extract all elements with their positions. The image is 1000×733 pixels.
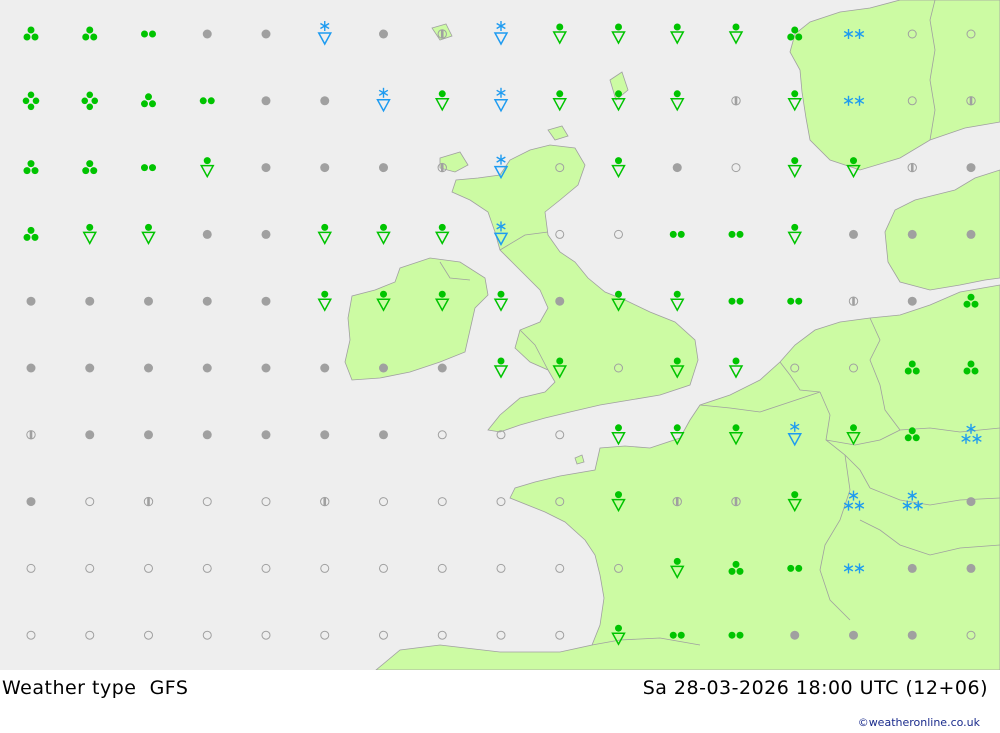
weather-symbol-dot: [379, 430, 388, 440]
weather-symbol-dot: [849, 630, 858, 640]
weather-symbol-dot: [85, 430, 95, 440]
weather-symbol-dot: [261, 229, 271, 239]
weather-symbol-dot: [202, 430, 212, 440]
weather-symbol-dot: [261, 96, 271, 106]
weather-symbol-dot: [907, 229, 917, 239]
weather-symbol-dot: [379, 163, 388, 173]
weather-symbol-dot: [261, 296, 271, 306]
weather-symbol-dot: [437, 363, 447, 373]
weather-symbol-dot: [320, 430, 330, 440]
credit-link[interactable]: ©weatheronline.co.uk: [858, 716, 980, 729]
weather-symbol-dot: [144, 363, 153, 373]
weather-symbol-dot: [907, 563, 917, 573]
map-title: Weather type GFS: [2, 677, 188, 699]
weather-symbol-dot: [379, 29, 388, 39]
weather-symbol-dot: [320, 163, 330, 173]
weather-symbol-dot: [202, 363, 212, 373]
weather-symbol-dot: [26, 296, 36, 306]
weather-symbol-dot: [849, 229, 858, 239]
weather-map: [0, 0, 1000, 670]
model-name: GFS: [149, 677, 189, 699]
weather-symbol-dot: [26, 497, 36, 507]
weather-symbol-dot: [261, 29, 271, 39]
weather-symbol-dot: [379, 363, 388, 373]
weather-symbol-dot: [790, 630, 800, 640]
weather-symbol-dot: [202, 296, 212, 306]
weather-symbol-dot: [966, 163, 976, 173]
weather-symbol-dot: [202, 229, 212, 239]
weather-symbol-dot: [966, 497, 976, 507]
weather-symbol-dot: [85, 296, 95, 306]
weather-symbol-dot: [966, 229, 976, 239]
weather-symbol-dot: [320, 363, 330, 373]
weather-symbol-dot: [907, 296, 917, 306]
weather-symbol-dot: [144, 296, 153, 306]
weather-symbol-dot: [85, 363, 95, 373]
weather-symbol-dot: [555, 296, 565, 306]
weather-symbol-dot: [202, 29, 212, 39]
weather-symbol-dot: [672, 163, 682, 173]
weather-symbol-dot: [261, 163, 271, 173]
weather-symbol-dot: [320, 96, 330, 106]
weather-symbol-dot: [966, 563, 976, 573]
weather-symbol-dot: [261, 430, 271, 440]
weather-symbol-dot: [907, 630, 917, 640]
weather-symbol-dot: [26, 363, 36, 373]
forecast-datetime: Sa 28-03-2026 18:00 UTC (12+06): [642, 677, 988, 699]
weather-symbol-dot: [144, 430, 153, 440]
weather-symbol-dot: [261, 363, 271, 373]
map-label: Weather type: [2, 677, 137, 699]
